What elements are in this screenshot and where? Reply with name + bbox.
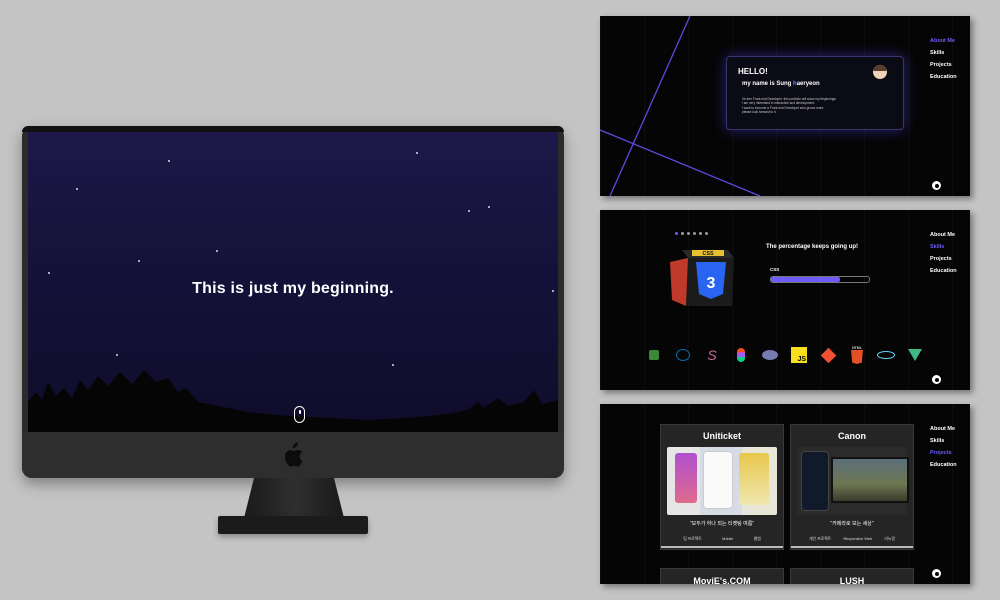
nav-about-me[interactable]: About Me bbox=[930, 232, 957, 238]
project-tags: 팀 프로젝트 Mobile 웹앱 bbox=[683, 537, 761, 541]
project-card-uniticket[interactable]: Uniticket "모두가 하나 되는 티켓팅 여름" 팀 프로젝트 Mobil… bbox=[660, 424, 784, 550]
monitor-bezel bbox=[22, 126, 564, 132]
node-icon bbox=[644, 346, 664, 364]
project-title: MoviE's.COM bbox=[693, 576, 751, 584]
project-title: Canon bbox=[838, 431, 866, 441]
nav-skills[interactable]: Skills bbox=[930, 438, 957, 444]
nav-about-me[interactable]: About Me bbox=[930, 426, 957, 432]
avatar bbox=[873, 65, 887, 79]
monitor-stand-base bbox=[218, 516, 368, 534]
project-card-movies[interactable]: MoviE's.COM bbox=[660, 568, 784, 584]
skills-panel: CSS 3 The percentage keeps going up! CSS… bbox=[600, 210, 970, 390]
hero-screen: This is just my beginning. bbox=[28, 132, 558, 432]
php-icon bbox=[760, 346, 780, 364]
github-icon[interactable] bbox=[932, 375, 941, 384]
hero-headline: This is just my beginning. bbox=[192, 280, 394, 297]
monitor-stand-neck bbox=[244, 478, 344, 518]
sass-icon: S bbox=[707, 347, 717, 363]
apple-logo-icon bbox=[284, 442, 303, 467]
skill-progress-bar bbox=[770, 276, 870, 283]
project-screenshot bbox=[667, 447, 777, 515]
project-title: Uniticket bbox=[702, 431, 741, 441]
side-nav: About Me Skills Projects Education bbox=[930, 38, 957, 80]
imac-monitor: This is just my beginning. bbox=[22, 126, 564, 478]
nav-education[interactable]: Education bbox=[930, 462, 957, 468]
react-icon bbox=[876, 346, 896, 364]
figma-icon bbox=[731, 346, 751, 364]
side-nav: About Me Skills Projects Education bbox=[930, 232, 957, 274]
nav-skills[interactable]: Skills bbox=[930, 244, 957, 250]
projects-panel: Uniticket "모두가 하나 되는 티켓팅 여름" 팀 프로젝트 Mobil… bbox=[600, 404, 970, 584]
skills-heading: The percentage keeps going up! bbox=[766, 244, 859, 250]
project-card-lush[interactable]: LUSH bbox=[790, 568, 914, 584]
jquery-icon bbox=[673, 346, 693, 364]
skill-pager-dots[interactable] bbox=[675, 232, 708, 235]
html5-icon: HTML bbox=[847, 346, 867, 364]
css-cube-icon: CSS 3 bbox=[670, 250, 734, 306]
about-panel: HELLO! my name is Sung haeryeon Ve-ime F… bbox=[600, 16, 970, 196]
project-tags: 개인 프로젝트 Responsive Web 리뉴얼 bbox=[809, 537, 895, 541]
skill-name: CSS bbox=[770, 267, 780, 272]
project-screenshot bbox=[797, 447, 909, 515]
nav-education[interactable]: Education bbox=[930, 268, 957, 274]
nav-skills[interactable]: Skills bbox=[930, 50, 957, 56]
intro-text: Ve-ime Front-end Developer. this portfol… bbox=[742, 97, 836, 115]
intro-card: HELLO! my name is Sung haeryeon Ve-ime F… bbox=[726, 56, 904, 130]
greeting-title: HELLO! bbox=[738, 67, 768, 76]
github-icon[interactable] bbox=[932, 181, 941, 190]
js-icon: JS bbox=[789, 346, 809, 364]
github-icon[interactable] bbox=[932, 569, 941, 578]
svg-text:3: 3 bbox=[707, 275, 716, 292]
nav-about-me[interactable]: About Me bbox=[930, 38, 957, 44]
project-quote: "모두가 하나 되는 티켓팅 여름" bbox=[689, 521, 755, 527]
side-nav: About Me Skills Projects Education bbox=[930, 426, 957, 468]
svg-text:CSS: CSS bbox=[702, 251, 714, 257]
vue-icon bbox=[905, 346, 925, 364]
nav-projects[interactable]: Projects bbox=[930, 450, 957, 456]
project-card-canon[interactable]: Canon "카메라로 보는 세상" 개인 프로젝트 Responsive Web… bbox=[790, 424, 914, 550]
project-title: LUSH bbox=[839, 576, 865, 584]
nav-education[interactable]: Education bbox=[930, 74, 957, 80]
tech-icon-row: S JS HTML bbox=[644, 346, 925, 364]
nav-projects[interactable]: Projects bbox=[930, 256, 957, 262]
monitor-chin bbox=[22, 432, 564, 478]
name-line: my name is Sung haeryeon bbox=[742, 81, 820, 87]
skill-progress-fill bbox=[771, 277, 840, 282]
project-quote: "카메라로 보는 세상" bbox=[830, 521, 874, 527]
mouse-scroll-icon[interactable] bbox=[294, 406, 305, 423]
git-icon bbox=[818, 346, 838, 364]
nav-projects[interactable]: Projects bbox=[930, 62, 957, 68]
forest-silhouette bbox=[28, 370, 558, 432]
